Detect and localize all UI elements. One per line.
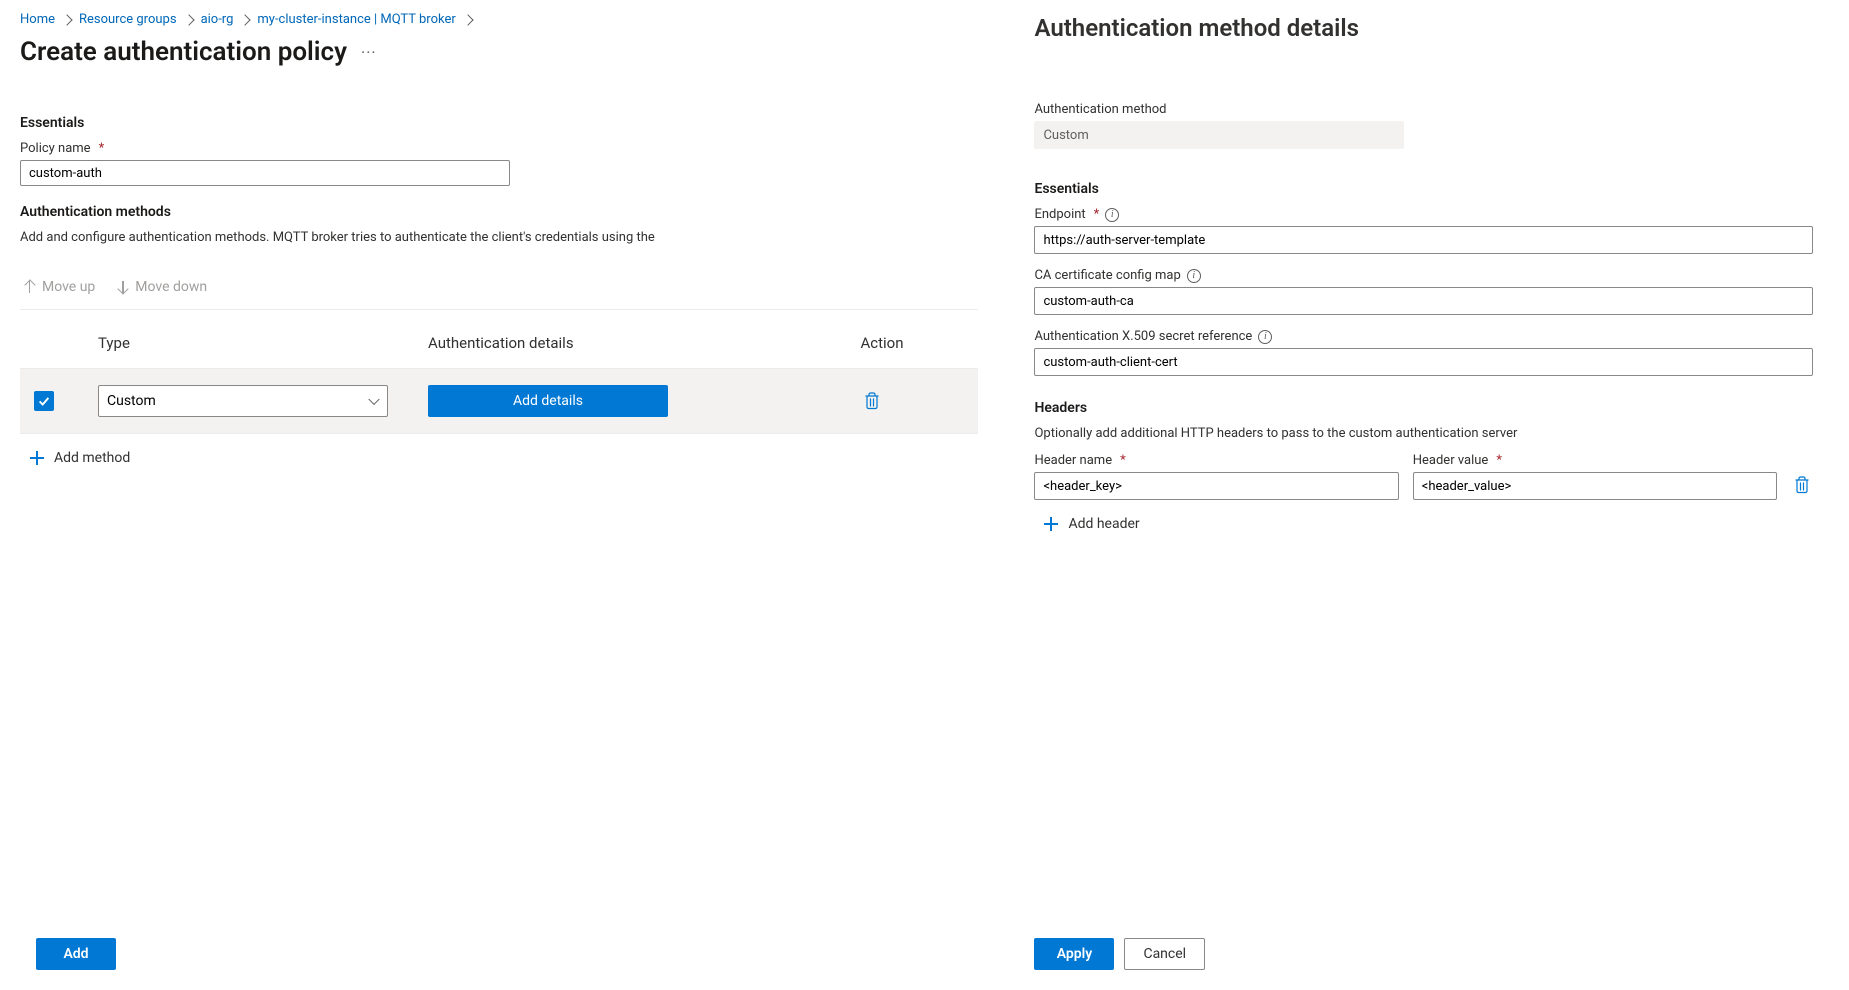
ca-config-map-input[interactable]: [1034, 287, 1813, 315]
arrow-down-icon: [117, 281, 129, 293]
col-type: Type: [98, 334, 428, 352]
methods-row: Custom Add details: [20, 368, 978, 434]
method-type-select[interactable]: Custom: [98, 385, 388, 417]
details-essentials-heading: Essentials: [1034, 181, 1813, 197]
breadcrumb-item[interactable]: my-cluster-instance | MQTT broker: [257, 12, 455, 27]
header-name-label: Header name*: [1034, 453, 1398, 468]
policy-name-label: Policy name*: [20, 141, 978, 156]
breadcrumb: Home Resource groups aio-rg my-cluster-i…: [20, 12, 978, 27]
info-icon[interactable]: i: [1105, 208, 1119, 222]
header-value-label: Header value*: [1413, 453, 1777, 468]
page-title: Create authentication policy: [20, 37, 347, 67]
reorder-toolbar: Move up Move down: [20, 271, 978, 310]
essentials-heading: Essentials: [20, 115, 978, 131]
plus-icon: [1044, 517, 1058, 531]
breadcrumb-item[interactable]: aio-rg: [201, 12, 234, 27]
arrow-up-icon: [24, 281, 36, 293]
add-details-button[interactable]: Add details: [428, 385, 668, 417]
delete-row-button[interactable]: [860, 388, 884, 414]
breadcrumb-item[interactable]: Resource groups: [79, 12, 177, 27]
info-icon[interactable]: i: [1187, 269, 1201, 283]
header-name-input[interactable]: [1034, 472, 1398, 500]
chevron-right-icon: [462, 14, 473, 25]
methods-table-header: Type Authentication details Action: [20, 310, 978, 368]
add-header-link[interactable]: Add header: [1034, 500, 1813, 538]
policy-name-input[interactable]: [20, 160, 510, 186]
trash-icon: [1794, 476, 1810, 494]
move-up-button[interactable]: Move up: [24, 279, 95, 295]
plus-icon: [30, 451, 44, 465]
chevron-right-icon: [61, 14, 72, 25]
info-icon[interactable]: i: [1258, 330, 1272, 344]
breadcrumb-item[interactable]: Home: [20, 12, 55, 27]
checkmark-icon: [37, 394, 51, 408]
method-value-display: [1034, 121, 1404, 149]
endpoint-label: Endpoint* i: [1034, 207, 1813, 222]
headers-heading: Headers: [1034, 400, 1813, 416]
header-value-input[interactable]: [1413, 472, 1777, 500]
cancel-button[interactable]: Cancel: [1124, 938, 1205, 970]
endpoint-input[interactable]: [1034, 226, 1813, 254]
trash-icon: [864, 392, 880, 410]
row-checkbox[interactable]: [34, 391, 54, 411]
methods-heading: Authentication methods: [20, 204, 978, 220]
more-menu-icon[interactable]: ···: [361, 43, 377, 62]
delete-header-button[interactable]: [1790, 472, 1814, 498]
details-title: Authentication method details: [1034, 14, 1813, 42]
headers-description: Optionally add additional HTTP headers t…: [1034, 426, 1813, 441]
method-label: Authentication method: [1034, 102, 1813, 117]
ca-label: CA certificate config map i: [1034, 268, 1813, 283]
col-details: Authentication details: [428, 334, 860, 352]
move-down-button[interactable]: Move down: [117, 279, 207, 295]
methods-description: Add and configure authentication methods…: [20, 230, 978, 245]
x509-label: Authentication X.509 secret reference i: [1034, 329, 1813, 344]
col-action: Action: [860, 334, 970, 352]
x509-secret-input[interactable]: [1034, 348, 1813, 376]
add-method-link[interactable]: Add method: [20, 434, 978, 472]
add-button[interactable]: Add: [36, 938, 116, 970]
chevron-right-icon: [183, 14, 194, 25]
apply-button[interactable]: Apply: [1034, 938, 1114, 970]
chevron-right-icon: [240, 14, 251, 25]
